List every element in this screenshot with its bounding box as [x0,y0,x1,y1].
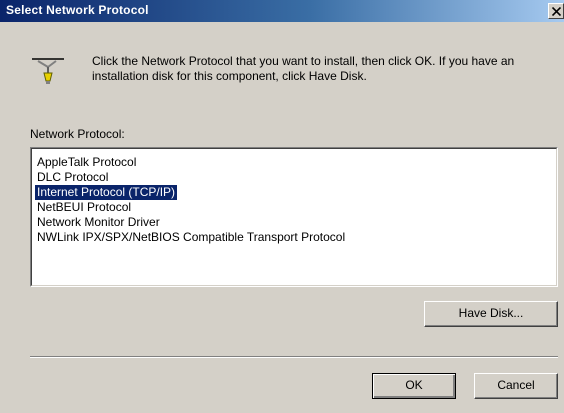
ok-button[interactable]: OK [372,373,456,399]
list-item[interactable]: NWLink IPX/SPX/NetBIOS Compatible Transp… [35,230,347,245]
have-disk-button[interactable]: Have Disk... [424,301,558,327]
list-item[interactable]: NetBEUI Protocol [35,200,133,215]
list-item[interactable]: DLC Protocol [35,170,110,185]
list-item[interactable]: AppleTalk Protocol [35,155,138,170]
close-icon [552,7,561,16]
network-protocol-icon [32,58,64,84]
title-bar[interactable]: Select Network Protocol [0,0,564,22]
separator [30,356,558,358]
list-item[interactable]: Internet Protocol (TCP/IP) [35,185,178,200]
list-item[interactable]: Network Monitor Driver [35,215,162,230]
network-protocol-label: Network Protocol: [30,127,125,141]
cancel-button[interactable]: Cancel [474,373,558,399]
instructions-text: Click the Network Protocol that you want… [92,54,515,83]
close-button[interactable] [548,3,564,19]
window-title: Select Network Protocol [6,3,149,17]
protocol-listbox[interactable]: AppleTalk Protocol DLC Protocol Internet… [30,147,558,287]
